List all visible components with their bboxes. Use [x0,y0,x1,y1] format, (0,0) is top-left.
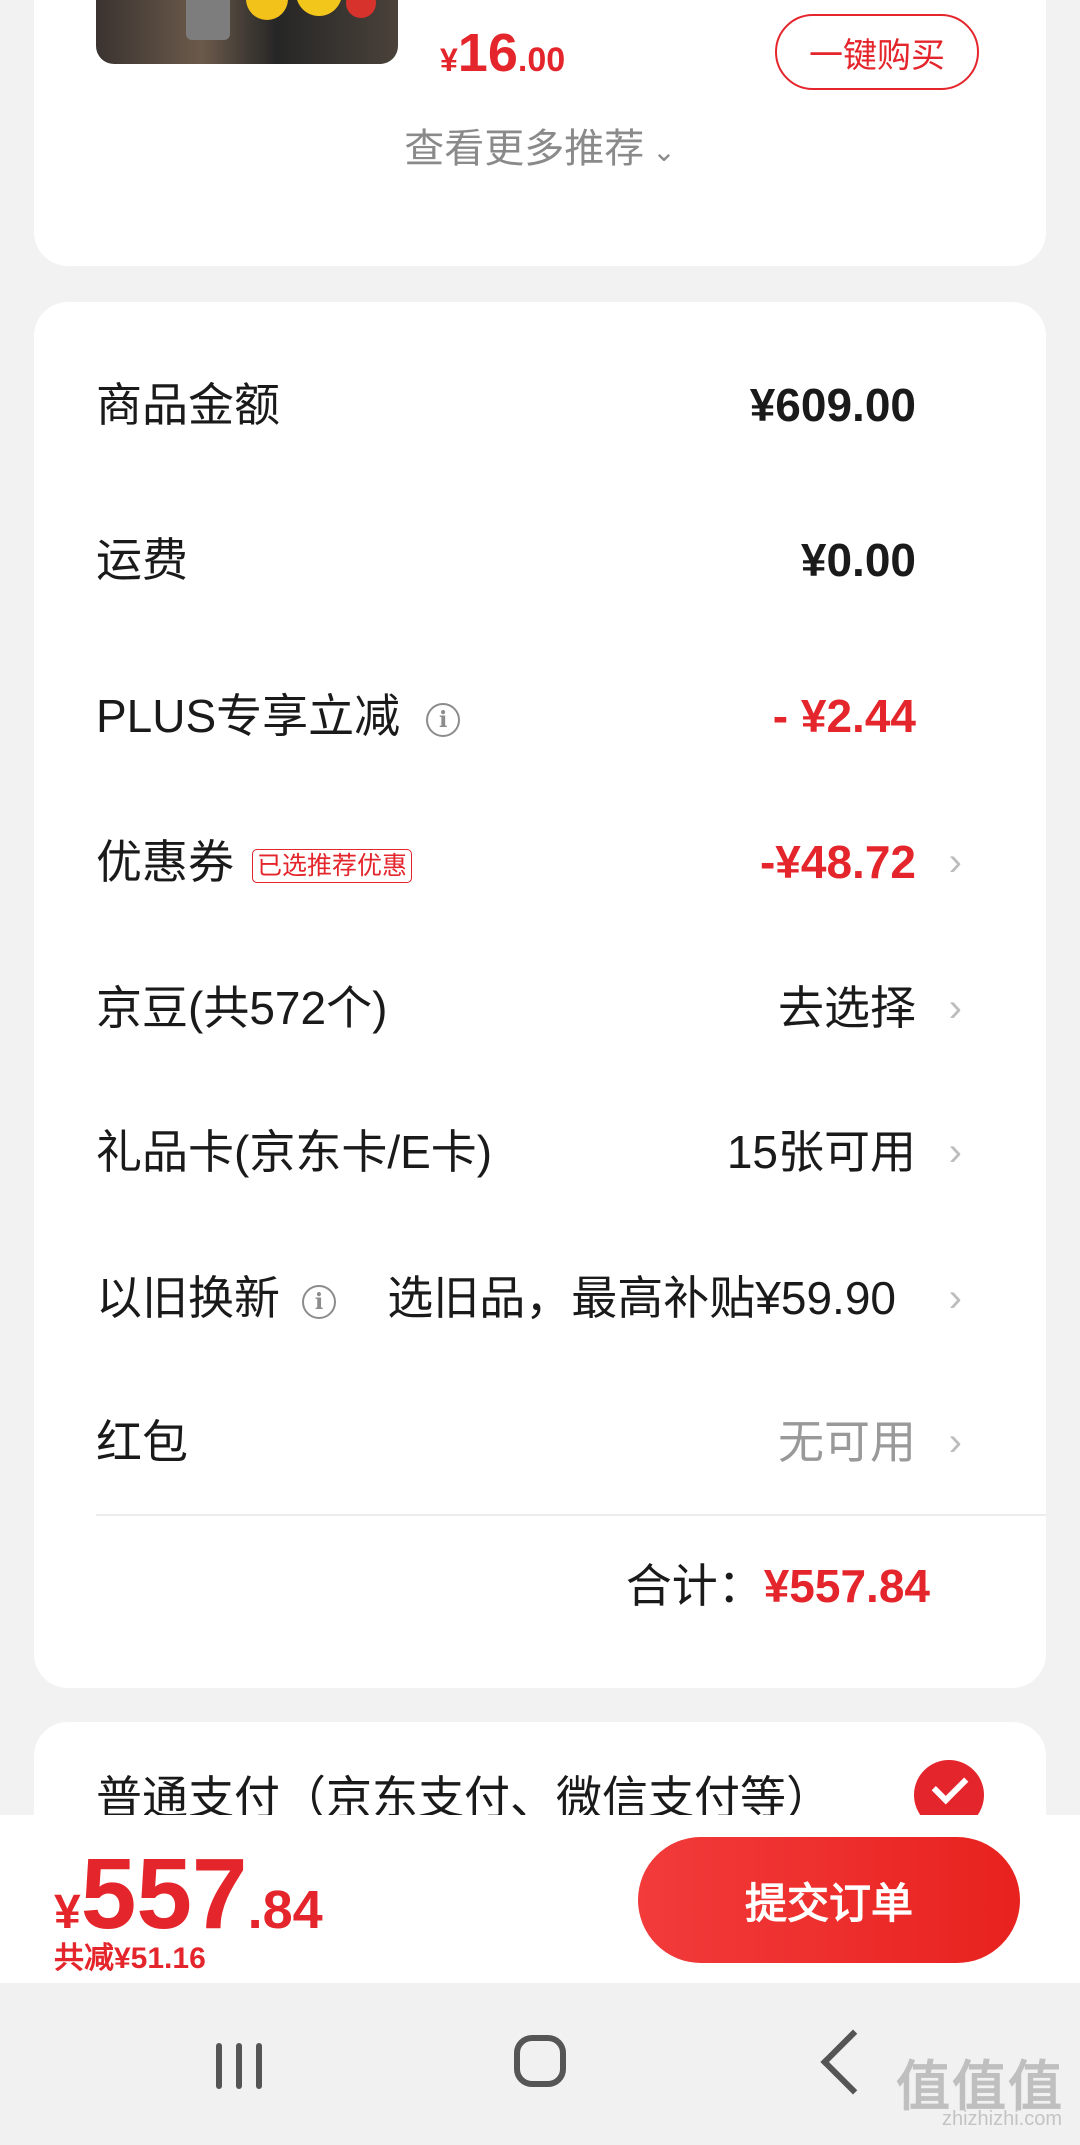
coupon-value: -¥48.72 [759,836,916,888]
product-image-ball [346,0,376,18]
price-decimal: .84 [247,1880,323,1940]
watermark-url: zhizhizhi.com [941,2108,1062,2130]
total-savings: 共减¥51.16 [54,1942,206,1975]
jd-beans-label: 京豆(共572个) [96,982,388,1034]
currency-symbol: ¥ [440,42,458,78]
goods-amount-label: 商品金额 [96,379,280,431]
gift-card-value: 15张可用 [726,1126,916,1178]
coupon-label: 优惠券 [96,836,234,888]
shipping-row: 运费 ¥0.00 [96,520,996,600]
coupon-label-wrap: 优惠券 已选推荐优惠 [96,822,413,902]
trade-in-row[interactable]: 以旧换新 i 选旧品，最高补贴¥59.90 › [96,1258,996,1338]
recommended-coupon-badge: 已选推荐优惠 [252,848,413,883]
product-image-bottle [186,0,230,40]
plus-discount-label-wrap: PLUS专享立减 i [96,676,461,756]
chevron-right-icon: › [948,840,962,884]
total-value: ¥557.84 [763,1560,930,1612]
price-decimal: .00 [517,41,566,79]
plus-discount-value: - ¥2.44 [772,690,916,742]
checkout-bar: ¥557.84 共减¥51.16 提交订单 [0,1815,1080,1983]
trade-in-label-wrap: 以旧换新 i [96,1258,336,1338]
plus-discount-label: PLUS专享立减 [96,690,401,742]
currency-symbol: ¥ [54,1886,81,1939]
chevron-down-icon: ⌄ [652,135,676,167]
shipping-value: ¥0.00 [800,534,916,586]
chevron-right-icon: › [948,1276,962,1320]
goods-amount-row: 商品金额 ¥609.00 [96,365,996,445]
chevron-right-icon: › [948,1420,962,1464]
total-label: 合计： [625,1560,764,1612]
back-icon[interactable] [820,2029,886,2095]
gift-card-row[interactable]: 礼品卡(京东卡/E卡) 15张可用 › [96,1112,996,1192]
price-integer: 16 [457,23,518,83]
submit-order-button[interactable]: 提交订单 [638,1837,1020,1963]
jd-beans-value: 去选择 [778,982,916,1034]
red-packet-row[interactable]: 红包 无可用 › [96,1402,996,1482]
trade-in-label: 以旧换新 [96,1272,280,1324]
gift-card-label: 礼品卡(京东卡/E卡) [96,1126,493,1178]
plus-discount-row: PLUS专享立减 i - ¥2.44 [96,676,996,756]
view-more-recommendations-link[interactable]: 查看更多推荐 ⌄ [34,116,1046,174]
recent-apps-icon[interactable] [216,2043,264,2089]
goods-amount-value: ¥609.00 [749,379,916,431]
home-icon[interactable] [514,2035,566,2087]
trade-in-value: 选旧品，最高补贴¥59.90 [387,1272,896,1324]
product-image-duck [296,0,342,16]
chevron-right-icon: › [948,986,962,1030]
chevron-right-icon: › [948,1130,962,1174]
recommendation-card: ¥16.00 一键购买 查看更多推荐 ⌄ [34,0,1046,266]
red-packet-label: 红包 [96,1416,188,1468]
product-image-duck [246,0,288,20]
order-total: 合计：¥557.84 [626,1546,930,1626]
shipping-label: 运费 [96,534,188,586]
red-packet-value: 无可用 [778,1416,916,1468]
coupon-row[interactable]: 优惠券 已选推荐优惠 -¥48.72 › [96,822,996,902]
one-click-buy-button[interactable]: 一键购买 [775,14,979,90]
product-thumbnail[interactable] [96,0,398,64]
order-summary-card: 商品金额 ¥609.00 运费 ¥0.00 PLUS专享立减 i - ¥2.44 … [34,302,1046,1688]
info-icon[interactable]: i [426,702,461,737]
info-icon[interactable]: i [302,1284,336,1319]
recommended-product-price: ¥16.00 [440,22,565,84]
view-more-label: 查看更多推荐 [404,127,645,171]
jd-beans-row[interactable]: 京豆(共572个) 去选择 › [96,968,996,1048]
divider [96,1514,1046,1516]
